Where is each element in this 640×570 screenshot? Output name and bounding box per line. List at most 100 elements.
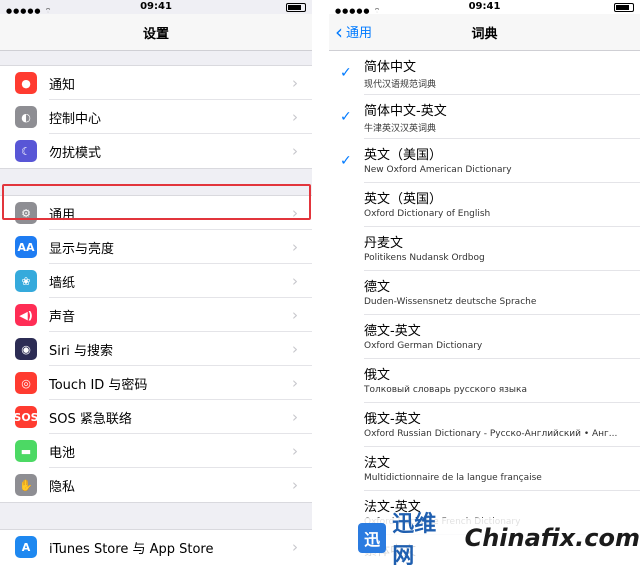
watermark-logo: 迅 — [358, 523, 387, 553]
dictionary-row[interactable]: ✓ 简体中文-英文牛津英汉汉英词典 — [329, 95, 640, 139]
settings-row[interactable]: SOS SOS 紧急联络 › — [0, 400, 312, 434]
status-bar: ●●●●● ⌔ 09:41 — [329, 0, 640, 15]
settings-group-3: AiTunes Store 与 App Store › — [0, 529, 312, 558]
dictionary-list: ✓ 简体中文现代汉语规范词典 ✓ 简体中文-英文牛津英汉汉英词典 ✓ 英文（美国） New … — [329, 51, 640, 558]
dictionary-source: 牛津英汉汉英词典 — [364, 124, 437, 134]
dictionary-row[interactable]: 英文（英国） Oxford Dictionary of English — [329, 183, 640, 227]
dictionary-name: 俄文 — [364, 368, 391, 383]
settings-row[interactable]: ◎ Touch ID 与密码 › — [0, 366, 312, 400]
settings-navbar: 设置 — [0, 14, 312, 51]
dictionary-navbar: ‹ 通用 词典 — [329, 14, 640, 51]
chevron-right-icon: › — [292, 340, 298, 358]
dictionary-row[interactable]: ✓ 简体中文现代汉语规范词典 — [329, 51, 640, 95]
settings-row[interactable]: ◀) 声音 › — [0, 298, 312, 332]
checkmark-icon: ✓ — [340, 65, 352, 81]
dictionary-name: 俄文-英文 — [364, 412, 421, 427]
settings-row[interactable]: ◉ Siri 与搜索 › — [0, 332, 312, 366]
settings-row[interactable]: ▬ 电池 › — [0, 434, 312, 468]
chevron-right-icon: › — [292, 442, 298, 460]
settings-row[interactable]: ☾ 勿扰模式 › — [0, 134, 312, 168]
settings-row[interactable]: ● 通知 › — [0, 66, 312, 100]
dictionary-name: 英文（英国） — [364, 192, 443, 207]
checkmark-icon: ✓ — [340, 109, 352, 125]
dictionary-source: Oxford Russian Dictionary - Русско-Англи… — [364, 429, 618, 439]
dictionary-name: 法文 — [364, 456, 391, 471]
status-time: 09:41 — [140, 1, 172, 12]
settings-row-label: SOS 紧急联络 — [49, 411, 132, 427]
settings-row[interactable]: AA 显示与亮度 › — [0, 230, 312, 264]
sos-icon: SOS — [13, 406, 39, 428]
settings-row[interactable]: AiTunes Store 与 App Store › — [0, 530, 312, 558]
dictionary-source: 现代汉语规范词典 — [364, 80, 437, 90]
dictionary-row[interactable]: 法文 Multidictionnaire de la langue françai… — [329, 447, 640, 491]
chevron-right-icon: › — [292, 108, 298, 126]
dictionary-source: Duden-Wissensnetz deutsche Sprache — [364, 297, 537, 307]
dictionary-name: 简体中文-英文 — [364, 104, 447, 119]
chevron-right-icon: › — [292, 476, 298, 494]
control-center-icon: ◐ — [15, 106, 37, 128]
dictionary-row[interactable]: 德文-英文 Oxford German Dictionary — [329, 315, 640, 359]
chevron-right-icon: › — [292, 238, 298, 256]
page-title: 词典 — [471, 27, 498, 42]
dictionary-name: 英文（美国） — [364, 148, 443, 163]
settings-row-label: 电池 — [49, 445, 76, 461]
settings-row-label: 控制中心 — [49, 111, 102, 127]
settings-group-2: ⚙ 通用 › AA 显示与亮度 › ❀ 墙纸 › ◀) 声音 › ◉ Siri 与搜索 › ◎ Touch ID… — [0, 195, 312, 503]
settings-row-label: Touch ID 与密码 — [49, 377, 148, 393]
settings-row[interactable]: ✋ 隐私 › — [0, 468, 312, 502]
dictionary-row[interactable]: 德文 Duden-Wissensnetz deutsche Sprache — [329, 271, 640, 315]
notification-icon: ● — [15, 72, 37, 94]
status-bar: ●●●●● ⌔ 09:41 — [0, 0, 312, 15]
dictionary-source: Толковый словарь русского языка — [364, 385, 527, 395]
sound-icon: ◀) — [15, 304, 37, 326]
settings-row-label: 勿扰模式 — [49, 145, 102, 161]
dictionary-row[interactable]: 俄文-英文 Oxford Russian Dictionary - Русско-… — [329, 403, 640, 447]
dictionary-source: Multidictionnaire de la langue française — [364, 473, 542, 483]
battery-status-icon — [614, 3, 634, 12]
wallpaper-icon: ❀ — [15, 270, 37, 292]
dictionary-name: 简体中文 — [364, 60, 417, 75]
dictionary-source: Oxford German Dictionary — [364, 341, 483, 351]
chevron-right-icon: › — [292, 374, 298, 392]
chevron-right-icon: › — [292, 408, 298, 426]
checkmark-icon: ✓ — [340, 153, 352, 169]
fingerprint-icon: ◎ — [15, 372, 37, 394]
settings-row-label: 通知 — [49, 77, 76, 93]
page-title: 设置 — [142, 27, 169, 42]
settings-panel: ●●●●● ⌔ 09:41 设置 ● 通知 › ◐ 控制中心 › ☾ 勿扰模式 › ⚙ 通用 › AA… — [0, 0, 312, 558]
watermark-text-cn: 迅维网 — [392, 512, 437, 569]
moon-icon: ☾ — [15, 140, 37, 162]
status-time: 09:41 — [468, 1, 501, 12]
settings-row-label: 墙纸 — [49, 275, 76, 291]
settings-row-label: 显示与亮度 — [49, 241, 115, 257]
dictionary-row[interactable]: ✓ 英文（美国） New Oxford American Dictionary — [329, 139, 640, 183]
dictionary-row[interactable]: 俄文 Толковый словарь русского языка — [329, 359, 640, 403]
watermark: 迅 迅维网 Chinafix.com — [352, 512, 640, 569]
settings-row-label: 声音 — [49, 309, 76, 325]
chevron-right-icon: › — [292, 272, 298, 290]
battery-icon: ▬ — [15, 440, 37, 462]
settings-row-label: iTunes Store 与 App Store — [49, 541, 214, 557]
settings-group-1: ● 通知 › ◐ 控制中心 › ☾ 勿扰模式 › — [0, 65, 312, 169]
dictionary-source: Oxford Dictionary of English — [364, 209, 491, 219]
dictionary-name: 德文-英文 — [364, 324, 421, 339]
chevron-right-icon: › — [292, 538, 298, 556]
settings-row[interactable]: ◐ 控制中心 › — [0, 100, 312, 134]
hand-icon: ✋ — [15, 474, 37, 496]
display-icon: AA — [15, 236, 37, 258]
dictionary-source: New Oxford American Dictionary — [364, 165, 512, 175]
settings-row-label: 隐私 — [49, 479, 76, 495]
dictionary-panel: ●●●●● ⌔ 09:41 ‹ 通用 词典 ✓ 简体中文现代汉语规范词典 ✓ 简体中文… — [329, 0, 640, 558]
settings-row[interactable]: ❀ 墙纸 › — [0, 264, 312, 298]
dictionary-name: 德文 — [364, 280, 391, 295]
watermark-text-en: Chinafix.com — [464, 524, 640, 552]
chevron-right-icon: › — [292, 74, 298, 92]
dictionary-source: Politikens Nudansk Ordbog — [364, 253, 485, 263]
chevron-right-icon: › — [292, 306, 298, 324]
battery-status-icon — [286, 3, 306, 12]
highlight-box — [2, 184, 311, 220]
dictionary-row[interactable]: 丹麦文 Politikens Nudansk Ordbog — [329, 227, 640, 271]
settings-row-label: Siri 与搜索 — [49, 343, 113, 359]
siri-icon: ◉ — [15, 338, 37, 360]
dictionary-name: 丹麦文 — [364, 236, 404, 251]
